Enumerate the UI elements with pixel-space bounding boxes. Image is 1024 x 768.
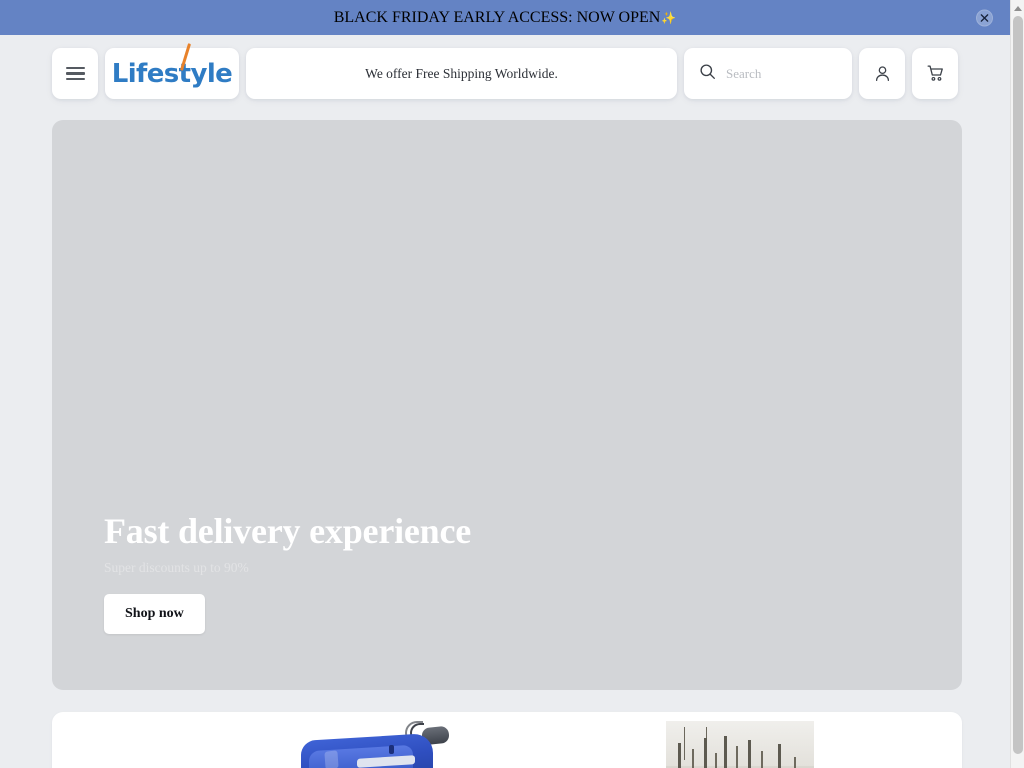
hero-subtitle: Super discounts up to 90% bbox=[104, 560, 249, 575]
shop-now-button[interactable]: Shop now bbox=[104, 594, 205, 634]
promo-banner: BLACK FRIDAY EARLY ACCESS: NOW OPEN ✨ bbox=[0, 0, 1010, 35]
logo-text: Lifestyle bbox=[111, 58, 233, 89]
blue-machine-product-image bbox=[295, 721, 458, 768]
hero-title: Fast delivery experience bbox=[104, 510, 472, 551]
search-icon bbox=[699, 63, 716, 85]
close-icon[interactable] bbox=[976, 9, 993, 26]
hamburger-menu-icon[interactable] bbox=[52, 48, 98, 99]
announcement-bar: We offer Free Shipping Worldwide. bbox=[246, 48, 677, 99]
hero-banner[interactable]: Fast delivery experience Super discounts… bbox=[52, 120, 962, 690]
scrollbar-thumb[interactable] bbox=[1013, 16, 1023, 754]
forest-landscape-product-image bbox=[666, 721, 814, 768]
product-card[interactable] bbox=[666, 721, 814, 768]
promo-banner-text: BLACK FRIDAY EARLY ACCESS: NOW OPEN bbox=[333, 8, 661, 26]
hamburger-lines bbox=[65, 66, 85, 81]
site-logo[interactable]: Lifestyle bbox=[105, 43, 239, 99]
search-input[interactable] bbox=[726, 65, 834, 82]
scroll-up-arrow-icon[interactable] bbox=[1011, 0, 1024, 16]
user-account-icon[interactable] bbox=[859, 48, 905, 99]
shopping-cart-icon[interactable] bbox=[912, 48, 958, 99]
product-card[interactable] bbox=[295, 721, 458, 768]
search-box[interactable] bbox=[684, 48, 852, 99]
sparkles-icon: ✨ bbox=[661, 10, 677, 25]
browser-viewport: BLACK FRIDAY EARLY ACCESS: NOW OPEN ✨ Lif… bbox=[0, 0, 1010, 768]
browser-scrollbar[interactable] bbox=[1010, 0, 1024, 768]
announcement-text: We offer Free Shipping Worldwide. bbox=[365, 65, 558, 81]
hero-content: Fast delivery experience Super discounts… bbox=[104, 511, 624, 634]
product-showcase-section bbox=[52, 712, 962, 768]
site-header: Lifestyle We offer Free Shipping Worldwi… bbox=[0, 35, 1010, 99]
